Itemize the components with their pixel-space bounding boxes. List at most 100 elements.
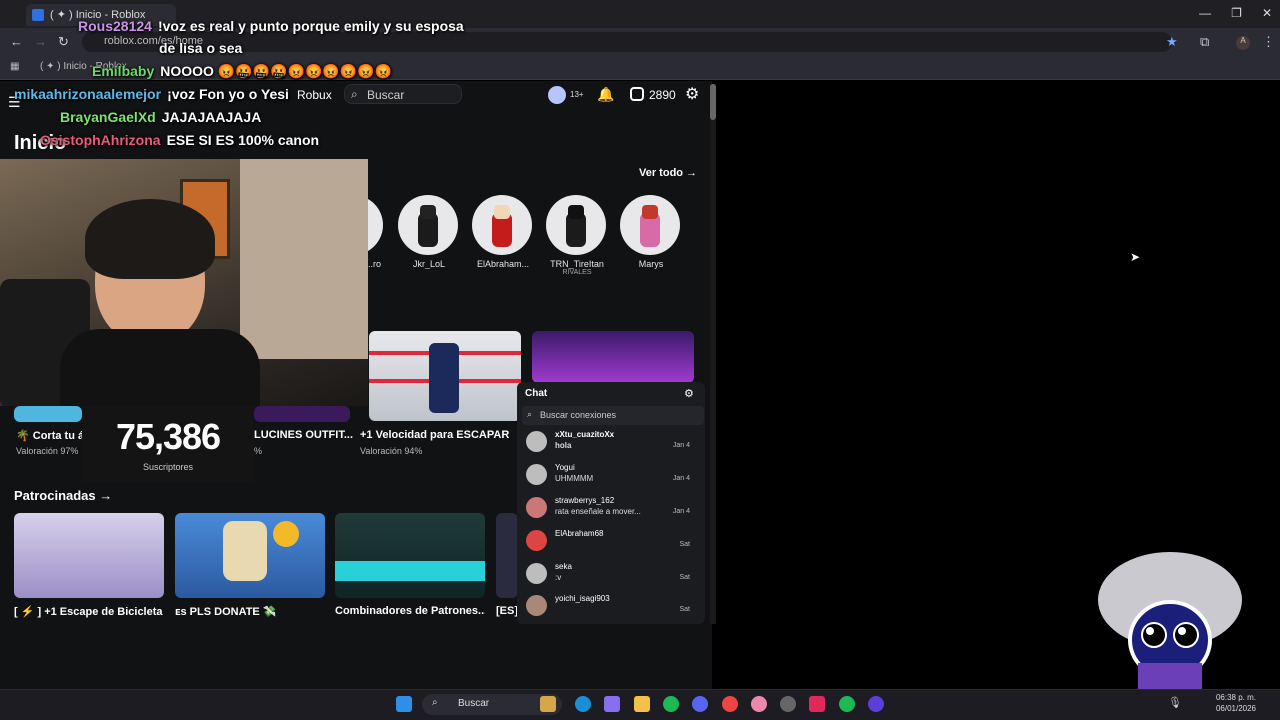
chat-text: JAJAJAAJAJA <box>161 109 262 125</box>
sponsored-thumbnail[interactable] <box>335 513 485 598</box>
url-field[interactable]: roblox.com/es/home <box>82 32 1172 52</box>
sponsored-thumbnail[interactable] <box>496 513 518 598</box>
windows-start-icon[interactable] <box>396 696 412 712</box>
game-thumbnail[interactable] <box>14 406 82 422</box>
chat-date: Sat <box>679 541 690 548</box>
friend-avatar <box>620 195 680 255</box>
chat-avatar <box>526 595 547 616</box>
game-title[interactable]: 🌴 Corta tu á <box>16 429 82 442</box>
copilot-icon[interactable] <box>604 696 620 712</box>
spotify-icon[interactable] <box>663 696 679 712</box>
stream-chat-message: BrayanGaelXd JAJAJAAJAJA <box>60 109 261 125</box>
game-rating: Valoración 97% <box>16 446 79 456</box>
nav-robux[interactable]: Robux <box>297 88 332 102</box>
chat-search-placeholder: Buscar conexiones <box>540 410 617 420</box>
profile-avatar[interactable]: A <box>1236 36 1250 50</box>
friend-item[interactable]: Marys <box>620 195 682 269</box>
clock-time: 06:38 p. m. <box>1215 693 1256 702</box>
chat-avatar <box>526 563 547 584</box>
game-title[interactable]: LUCINES OUTFIT... <box>254 429 354 441</box>
stream-chat-message: Rous28124 !voz es real y punto porque emi… <box>78 18 464 34</box>
github-icon[interactable] <box>780 696 796 712</box>
game-rating: Valoración 94% <box>360 446 423 456</box>
menu-kebab-icon[interactable]: ⋮ <box>1262 34 1275 50</box>
chat-conversation[interactable]: Yogui UHMMMM Jan 4 <box>522 461 700 494</box>
game-thumbnail[interactable] <box>369 331 521 421</box>
mouse-cursor-icon: ➤ <box>1130 250 1141 264</box>
scrollbar-thumb[interactable] <box>710 84 716 120</box>
chrome-icon[interactable] <box>722 696 738 712</box>
sponsored-heading[interactable]: Patrocinadas → <box>14 488 112 503</box>
chat-name: xXtu_cuazitoXx <box>555 430 615 439</box>
sponsored-thumbnail[interactable] <box>175 513 325 598</box>
extensions-icon[interactable]: ⧉ <box>1200 34 1209 50</box>
chat-username: OsistophAhrizona <box>40 132 161 148</box>
reload-icon[interactable]: ↻ <box>58 34 69 50</box>
game-thumbnail[interactable] <box>532 331 694 383</box>
chat-conversation[interactable]: xXtu_cuazitoXx hola Jan 4 <box>522 428 700 461</box>
subscriber-label: Suscriptores <box>142 462 194 472</box>
file-explorer-icon[interactable] <box>634 696 650 712</box>
apps-grid-icon[interactable]: ▦ <box>10 61 19 72</box>
notifications-bell-icon[interactable]: 🔔 <box>597 86 614 103</box>
roblox-favicon-icon <box>32 9 44 21</box>
stream-chat-message: OsistophAhrizona ESE SI ES 100% canon <box>40 132 319 148</box>
friend-item[interactable]: ElAbraham... <box>472 195 534 269</box>
chat-conversation[interactable]: ElAbraham68 Sat <box>522 527 700 560</box>
chat-conversation[interactable]: seka:v Sat <box>522 560 700 593</box>
edge-icon[interactable] <box>575 696 591 712</box>
minimize-icon[interactable]: — <box>1199 6 1211 20</box>
back-icon[interactable]: ← <box>10 34 23 49</box>
close-icon[interactable]: ✕ <box>1262 6 1272 20</box>
page-scrollbar[interactable] <box>710 84 716 624</box>
chat-settings-icon[interactable]: ⚙ <box>684 387 694 400</box>
system-clock[interactable]: 06:38 p. m. 06/01/2026 <box>1216 692 1256 714</box>
obs-icon[interactable] <box>868 696 884 712</box>
chat-username: Rous28124 <box>78 18 152 34</box>
discord-icon[interactable] <box>692 696 708 712</box>
game-thumbnail[interactable] <box>254 406 350 422</box>
game-title[interactable]: +1 Velocidad para ESCAPAR <box>360 429 509 441</box>
chat-preview: UHMMMM <box>555 474 594 483</box>
chat-search-input[interactable]: ⌕ Buscar conexiones <box>522 406 704 425</box>
forward-icon[interactable]: → <box>34 34 47 49</box>
chat-text: de lisa o sea <box>159 40 243 56</box>
roblox-search-input[interactable]: ⌕ Buscar <box>344 84 462 104</box>
chat-name: ElAbraham68 <box>555 529 604 538</box>
taskbar-search-label: Buscar <box>458 698 490 709</box>
maximize-icon[interactable]: ❐ <box>1231 6 1242 20</box>
robux-balance[interactable]: 2890 <box>649 88 676 102</box>
microphone-icon[interactable]: 🎙 <box>1168 696 1182 709</box>
settings-gear-icon[interactable]: ⚙ <box>685 84 699 104</box>
crown-app-icon[interactable] <box>540 696 556 712</box>
sponsored-title[interactable]: [ ⚡ ] +1 Escape de Bicicleta ... <box>14 605 164 618</box>
bookmark-star-icon[interactable]: ★ <box>1166 34 1178 50</box>
search-placeholder: Buscar <box>367 88 405 102</box>
sponsored-title[interactable]: Combinadores de Patrones... <box>335 605 485 617</box>
friend-avatar <box>472 195 532 255</box>
search-icon: ⌕ <box>527 409 533 419</box>
mascot-character-overlay <box>1098 552 1242 689</box>
robux-icon[interactable] <box>630 87 644 106</box>
chat-preview: hola <box>555 441 572 450</box>
chat-conversation[interactable]: yoichi_isagi903 Sat <box>522 592 700 625</box>
chat-conversation[interactable]: strawberrys_162 rata enseñale a mover... J… <box>522 494 700 527</box>
search-icon: ⌕ <box>432 697 438 708</box>
sponsored-title[interactable]: ᴇs PLS DONATE 💸 <box>175 605 325 618</box>
stream-chat-message: mikaahrizonaalemejor ¡voz Fon yo o Yesi <box>14 86 289 102</box>
friend-item[interactable]: Jkr_LoL <box>398 195 460 269</box>
chat-username: BrayanGaelXd <box>60 109 156 125</box>
subscriber-counter: 75,386 Suscriptores <box>82 406 254 482</box>
chat-name: Yogui <box>555 463 575 472</box>
chat-avatar <box>526 431 547 452</box>
sponsored-title[interactable]: [ES] <box>496 605 518 617</box>
user-avatar[interactable] <box>548 86 566 104</box>
tiktok-icon[interactable] <box>809 696 825 712</box>
friends-view-all-link[interactable]: Ver todo → <box>639 167 697 179</box>
chat-date: Sat <box>679 606 690 613</box>
chrome-active-icon[interactable] <box>751 696 767 712</box>
chat-avatar <box>526 464 547 485</box>
spotify-icon-2[interactable] <box>839 696 855 712</box>
friend-item[interactable]: TRN_TireItan RIVALES <box>546 195 608 276</box>
sponsored-thumbnail[interactable] <box>14 513 164 598</box>
